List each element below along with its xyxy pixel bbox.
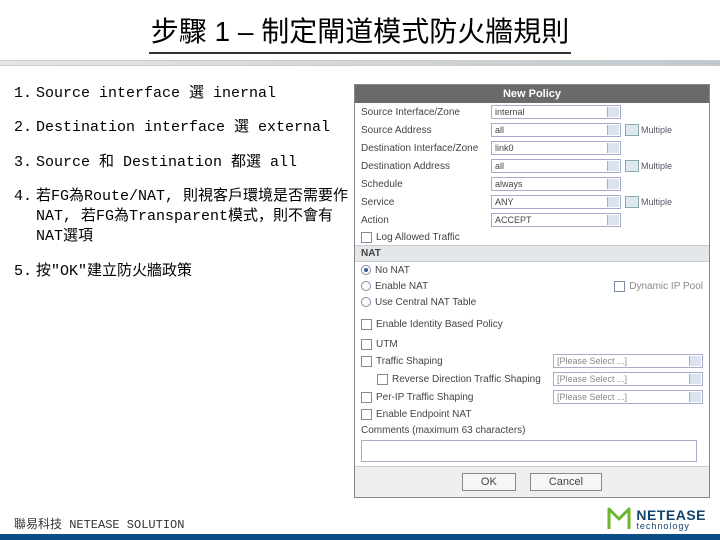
reverse-ts-checkbox[interactable]: [377, 374, 388, 385]
enable-nat-radio[interactable]: [361, 281, 371, 291]
new-policy-panel: New Policy Source Interface/Zoneinternal…: [354, 84, 710, 498]
label: Use Central NAT Table: [375, 297, 476, 308]
list-item: 5.按"OK"建立防火牆政策: [14, 262, 354, 282]
logo-text-main: NETEASE: [636, 508, 706, 522]
traffic-shaping-select[interactable]: [Please Select ...]: [553, 354, 703, 368]
label: Action: [361, 215, 491, 226]
label: Enable NAT: [375, 281, 428, 292]
per-ip-ts-checkbox[interactable]: [361, 392, 372, 403]
identity-policy-checkbox[interactable]: [361, 319, 372, 330]
service-select[interactable]: ANY: [491, 195, 621, 209]
label: Dynamic IP Pool: [629, 281, 703, 292]
page-title: 步驟 1 – 制定閘道模式防火牆規則: [149, 10, 571, 54]
footer-text: 聯易科技 NETEASE SOLUTION: [14, 515, 184, 532]
central-nat-radio[interactable]: [361, 297, 371, 307]
label: Source Address: [361, 125, 491, 136]
label: No NAT: [375, 265, 410, 276]
ok-button[interactable]: OK: [462, 473, 516, 491]
no-nat-radio[interactable]: [361, 265, 371, 275]
destination-interface-select[interactable]: link0: [491, 141, 621, 155]
label: UTM: [376, 339, 398, 350]
logo-text-sub: technology: [636, 522, 706, 531]
label: Log Allowed Traffic: [376, 232, 460, 243]
per-ip-ts-select[interactable]: [Please Select ...]: [553, 390, 703, 404]
comments-textarea[interactable]: [361, 440, 697, 462]
action-select[interactable]: ACCEPT: [491, 213, 621, 227]
netease-logo: NETEASE technology: [606, 506, 706, 532]
traffic-shaping-checkbox[interactable]: [361, 356, 372, 367]
label: Source Interface/Zone: [361, 107, 491, 118]
list-item: 4.若FG為Route/NAT, 則視客戶環境是否需要作NAT, 若FG為Tra…: [14, 187, 354, 248]
label: Comments (maximum 63 characters): [361, 425, 525, 436]
list-item: 1.Source interface 選 inernal: [14, 84, 354, 104]
label: Destination Address: [361, 161, 491, 172]
label: Traffic Shaping: [376, 356, 553, 367]
dynamic-ip-checkbox[interactable]: [614, 281, 625, 292]
label: Schedule: [361, 179, 491, 190]
cancel-button[interactable]: Cancel: [530, 473, 602, 491]
label: Enable Endpoint NAT: [376, 409, 471, 420]
logo-icon: [606, 506, 632, 532]
label: Enable Identity Based Policy: [376, 319, 503, 330]
list-item: 3.Source 和 Destination 都選 all: [14, 153, 354, 173]
destination-address-select[interactable]: all: [491, 159, 621, 173]
multiple-icon[interactable]: [625, 160, 639, 172]
label: Service: [361, 197, 491, 208]
label: Per-IP Traffic Shaping: [376, 392, 553, 403]
list-item: 2.Destination interface 選 external: [14, 118, 354, 138]
steps-column: 1.Source interface 選 inernal 2.Destinati…: [14, 84, 354, 498]
schedule-select[interactable]: always: [491, 177, 621, 191]
label: Reverse Direction Traffic Shaping: [392, 374, 553, 385]
utm-checkbox[interactable]: [361, 339, 372, 350]
multiple-icon[interactable]: [625, 196, 639, 208]
source-address-select[interactable]: all: [491, 123, 621, 137]
multiple-label: Multiple: [641, 125, 672, 135]
label: Destination Interface/Zone: [361, 143, 491, 154]
log-checkbox[interactable]: [361, 232, 372, 243]
nat-section-header: NAT: [355, 245, 709, 262]
multiple-icon[interactable]: [625, 124, 639, 136]
panel-title: New Policy: [355, 85, 709, 103]
endpoint-nat-checkbox[interactable]: [361, 409, 372, 420]
reverse-ts-select[interactable]: [Please Select ...]: [553, 372, 703, 386]
multiple-label: Multiple: [641, 161, 672, 171]
multiple-label: Multiple: [641, 197, 672, 207]
source-interface-select[interactable]: internal: [491, 105, 621, 119]
footer-bar: [0, 534, 720, 540]
